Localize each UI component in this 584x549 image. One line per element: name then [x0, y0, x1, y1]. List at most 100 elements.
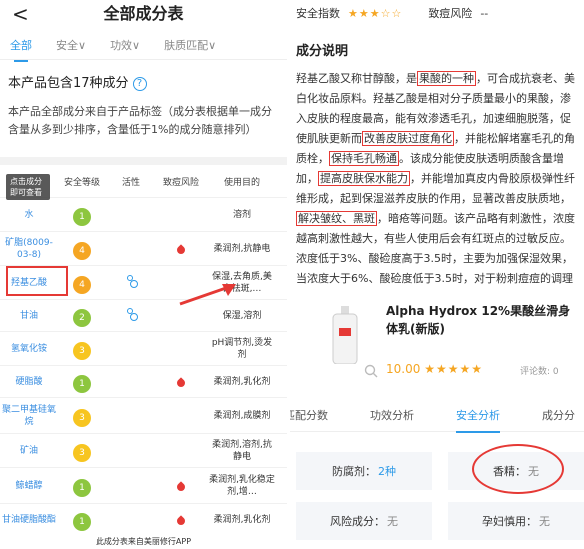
product-title: Alpha Hydrox 12%果酸丝滑身体乳(新版)	[386, 304, 571, 336]
safety-level-badge: 3	[73, 408, 91, 427]
ingredient-table: 水 1 溶剂 矿脂(8009-03-8) 4 柔润剂,抗静电 羟基乙酸 4 保湿…	[0, 197, 287, 535]
score-value: 10.00	[386, 362, 421, 376]
preservative-value: 2种	[378, 465, 396, 478]
divider	[0, 157, 287, 165]
active-ingredient-icon	[125, 274, 138, 288]
table-row[interactable]: 甘油硬脂酸酯 1 柔润剂,乳化剂	[0, 503, 287, 535]
section-title: 成分说明	[296, 44, 349, 59]
acne-risk-icon	[175, 244, 187, 256]
review-count: 评论数: 0	[520, 367, 559, 377]
ingredient-count: 本产品包含17种成分?	[0, 60, 287, 97]
acne-risk-label: 致痘风险	[428, 7, 473, 20]
usage-text: 柔润剂,乳化剂	[213, 514, 271, 525]
pregnancy-caution-value: 无	[539, 515, 550, 528]
safety-level-badge: 2	[73, 308, 91, 327]
ingredient-name[interactable]: 水	[0, 209, 58, 221]
usage-text: 柔润剂,乳化剂	[213, 376, 271, 387]
table-row[interactable]: 鲸蜡醇 1 柔润剂,乳化稳定剂,增…	[0, 467, 287, 503]
highlight-box	[6, 266, 68, 296]
table-row[interactable]: 氢氧化铵 3 pH调节剂,烫发剂	[0, 331, 287, 365]
table-row[interactable]: 水 1 溶剂	[0, 197, 287, 231]
source-footer: 此成分表来自美丽修行APP	[95, 537, 192, 546]
table-row[interactable]: 矿油 3 柔润剂,溶剂,抗静电	[0, 433, 287, 467]
safety-level-badge: 1	[73, 512, 91, 531]
safety-level-badge: 3	[73, 443, 91, 462]
safety-level-badge: 1	[73, 374, 91, 393]
pregnancy-caution-label: 孕妇慎用：	[482, 515, 537, 528]
desc-text: 羟基乙酸又称甘醇酸，是	[296, 72, 417, 85]
safety-level-badge: 4	[73, 241, 91, 260]
top-bar: < 全部成分表	[0, 0, 287, 30]
usage-text: 溶剂	[232, 209, 251, 220]
usage-text: 柔润剂,溶剂,抗静电	[212, 439, 272, 462]
header-safety-level: 安全等级	[63, 177, 100, 188]
search-icon	[364, 364, 378, 378]
highlighted-text: 改善皮肤过度角化	[362, 131, 454, 146]
acne-risk-icon	[175, 515, 187, 527]
active-ingredient-icon	[125, 307, 138, 321]
tab-match-score[interactable]: 匹配分数	[290, 407, 328, 423]
highlighted-text: 保持毛孔畅通	[329, 151, 399, 166]
usage-text: 柔润剂,抗静电	[213, 243, 271, 254]
list-description: 本产品全部成分来自于产品标签（成分表根据单一成分含量从多到少排序，含量低于1%的…	[8, 105, 272, 136]
ingredient-description: 羟基乙酸又称甘醇酸，是 果酸的一种 ，可合成抗衰老、美白化妆品原料。羟基乙酸是相对分…	[290, 69, 584, 299]
ingredient-name[interactable]: 聚二甲基硅氧烷	[0, 404, 58, 428]
safety-row: 安全指数 ★★★☆☆ 致痘风险 --	[290, 0, 584, 26]
highlighted-text: 解决皱纹、黑斑	[296, 211, 377, 226]
table-row[interactable]: 硬脂酸 1 柔润剂,乳化剂	[0, 365, 287, 397]
table-row[interactable]: 聚二甲基硅氧烷 3 柔润剂,成膜剂	[0, 397, 287, 433]
product-score: 10.00 ★★★★★	[386, 362, 483, 376]
safety-level-badge: 3	[73, 341, 91, 360]
tap-hint-tooltip: 点击成分即可查看	[6, 174, 50, 200]
analysis-tabs: 匹配分数 功效分析 安全分析 成分分	[290, 398, 584, 433]
ingredient-name[interactable]: 硬脂酸	[0, 376, 58, 388]
highlighted-text: 提高皮肤保水能力	[318, 171, 410, 186]
table-row[interactable]: 甘油 2 保湿,溶剂	[0, 299, 287, 331]
risk-ingredient-label: 风险成分：	[330, 515, 385, 528]
tab-efficacy[interactable]: 功效∨	[110, 37, 140, 53]
filter-tabs: 全部 安全∨ 功效∨ 肤质匹配∨	[0, 30, 287, 62]
table-row[interactable]: 矿脂(8009-03-8) 4 柔润剂,抗静电	[0, 231, 287, 265]
safety-level-badge: 4	[73, 275, 91, 294]
tab-all[interactable]: 全部	[10, 37, 32, 62]
page-title: 全部成分表	[103, 4, 184, 23]
ingredient-name[interactable]: 甘油	[0, 310, 58, 322]
highlighted-text: 果酸的一种	[417, 71, 476, 86]
arrow-icon	[179, 284, 236, 306]
help-icon[interactable]: ?	[132, 76, 147, 91]
usage-text: 柔润剂,乳化稳定剂,增…	[209, 474, 275, 497]
acne-risk-value: --	[480, 6, 489, 20]
risk-ingredient-cell[interactable]: 风险成分：无	[296, 502, 432, 540]
star-rating-icon: ★★★★★	[424, 362, 483, 376]
tab-safety-analysis[interactable]: 安全分析	[456, 407, 500, 433]
ingredient-list-panel: < 全部成分表 全部 安全∨ 功效∨ 肤质匹配∨ 本产品包含17种成分? 本产品…	[0, 0, 287, 549]
pregnancy-caution-cell[interactable]: 孕妇慎用：无	[448, 502, 584, 540]
risk-ingredient-value: 无	[387, 515, 398, 528]
usage-text: 保湿,溶剂	[222, 310, 262, 321]
header-acne-risk: 致痘风险	[162, 177, 199, 188]
ingredient-detail-panel: 安全指数 ★★★☆☆ 致痘风险 -- 成分说明 羟基乙酸又称甘醇酸，是 果酸的一种…	[290, 0, 584, 549]
safety-level-badge: 1	[73, 207, 91, 226]
preservative-cell[interactable]: 防腐剂： 2种	[296, 452, 432, 490]
safety-level-badge: 1	[73, 478, 91, 497]
tab-skin-match[interactable]: 肤质匹配∨	[164, 37, 216, 53]
ingredient-name[interactable]: 鲸蜡醇	[0, 480, 58, 492]
preservative-label: 防腐剂：	[332, 465, 376, 478]
acne-risk-icon	[175, 481, 187, 493]
tab-safety[interactable]: 安全∨	[56, 37, 86, 53]
ingredient-name[interactable]: 矿脂(8009-03-8)	[0, 237, 58, 261]
highlight-ellipse	[472, 444, 564, 494]
header-activity: 活性	[121, 177, 140, 188]
ingredient-name[interactable]: 甘油硬脂酸酯	[0, 514, 58, 526]
ingredient-name[interactable]: 氢氧化铵	[0, 343, 58, 355]
star-rating-icon: ★★★☆☆	[348, 6, 403, 20]
acne-risk-icon	[175, 377, 187, 389]
ingredient-name[interactable]: 矿油	[0, 445, 58, 457]
product-bottle-image	[332, 306, 358, 364]
tab-efficacy-analysis[interactable]: 功效分析	[370, 407, 414, 423]
ingredient-count-text: 本产品包含17种成分	[8, 76, 129, 91]
product-card[interactable]: Alpha Hydrox 12%果酸丝滑身体乳(新版) 10.00 ★★★★★ …	[290, 292, 584, 398]
tab-ingredient-analysis[interactable]: 成分分	[542, 407, 575, 423]
header-usage: 使用目的	[223, 177, 260, 188]
usage-text: 柔润剂,成膜剂	[213, 410, 271, 421]
